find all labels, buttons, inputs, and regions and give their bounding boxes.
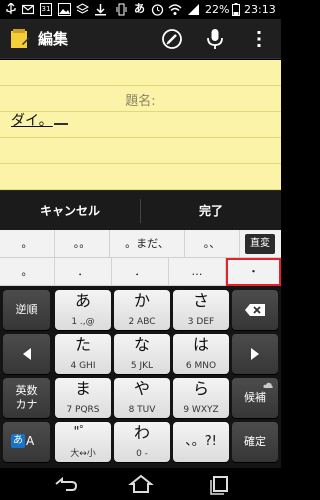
action-button-bar: キャンセル 完了 <box>0 190 281 230</box>
alphanumeric-kana-key[interactable]: 英数 カナ <box>3 378 50 418</box>
key-ta[interactable]: た 4 GHI <box>55 334 111 374</box>
status-bar: 31 あ 22% 23:13 <box>0 0 281 19</box>
key-na[interactable]: な 5 JKL <box>114 334 170 374</box>
signal-icon <box>188 4 199 15</box>
wifi-icon <box>168 4 182 15</box>
cursor-right-key[interactable] <box>232 334 278 374</box>
note-title-label: 題名: <box>125 94 156 109</box>
alpha-mode-label: A <box>26 434 35 448</box>
clock: 23:13 <box>244 3 276 16</box>
home-icon[interactable] <box>126 473 156 495</box>
key-wa[interactable]: わ 0 - <box>114 422 170 462</box>
input-mode-indicator: あ <box>134 2 145 15</box>
key-ha[interactable]: は 6 MNO <box>173 334 229 374</box>
confirm-key[interactable]: 確定 <box>232 422 278 462</box>
key-ka[interactable]: か 2 ABC <box>114 290 170 330</box>
note-editor[interactable]: 題名: ダイ。 <box>0 60 281 190</box>
candidate-item[interactable]: ． <box>55 258 112 286</box>
layers-icon <box>76 3 89 14</box>
candidate-item[interactable]: … <box>169 258 226 286</box>
vibrate-icon <box>116 3 127 16</box>
composing-text: ダイ。 <box>11 113 53 129</box>
done-button[interactable]: 完了 <box>141 191 281 231</box>
arrow-right-icon <box>251 348 259 360</box>
selection-highlight <box>226 258 281 286</box>
text-cursor <box>53 123 68 125</box>
candidate-item[interactable]: 。 <box>0 258 55 286</box>
reverse-key[interactable]: 逆順 <box>3 290 50 330</box>
usb-icon <box>6 3 16 14</box>
hiragana-mode-badge: あ <box>11 434 25 448</box>
back-icon[interactable] <box>50 473 80 495</box>
microphone-icon[interactable] <box>201 25 229 53</box>
key-ra[interactable]: ら 9 WXYZ <box>173 378 229 418</box>
input-mode-key[interactable]: あ A <box>3 422 50 462</box>
overflow-menu-icon[interactable] <box>245 25 273 53</box>
cancel-button[interactable]: キャンセル <box>0 191 140 231</box>
candidate-key[interactable]: 候補 <box>232 378 278 418</box>
arrow-left-icon <box>22 348 31 360</box>
punctuation-key[interactable]: 、。?! <box>173 422 229 462</box>
candidate-item[interactable]: 。まだ、 <box>110 230 185 258</box>
download-icon <box>95 4 106 16</box>
battery-icon <box>232 3 240 16</box>
key-a[interactable]: あ 1 .,@ <box>55 290 111 330</box>
key-sa[interactable]: さ 3 DEF <box>173 290 229 330</box>
calendar-icon: 31 <box>40 3 52 16</box>
notepad-app-icon <box>11 29 30 48</box>
app-title: 編集 <box>38 30 69 48</box>
candidate-row-primary: 。 。。 。まだ、 。、 直変 <box>0 230 281 258</box>
candidate-item[interactable]: 。 <box>0 230 55 258</box>
key-ma[interactable]: ま 7 PQRS <box>55 378 111 418</box>
note-body-text[interactable]: ダイ。 <box>11 112 68 130</box>
backspace-icon <box>245 304 265 316</box>
image-icon <box>58 3 71 16</box>
battery-percent: 22% <box>205 3 230 16</box>
mail-icon <box>22 4 34 15</box>
backspace-key[interactable] <box>232 290 278 330</box>
navigation-bar <box>0 468 281 500</box>
direct-convert-button[interactable]: 直変 <box>245 234 275 254</box>
dakuten-size-key[interactable]: "゜ 大↔小 <box>55 422 111 462</box>
candidate-row-secondary: 。 ． ． … ・ <box>0 258 281 286</box>
handwriting-icon[interactable] <box>158 25 186 53</box>
cloud-icon <box>263 382 273 388</box>
action-bar: 編集 <box>0 19 281 59</box>
keyboard: 逆順 あ 1 .,@ か 2 ABC さ 3 DEF た 4 GHI な 5 J… <box>0 286 281 468</box>
key-ya[interactable]: や 8 TUV <box>114 378 170 418</box>
candidate-item[interactable]: ． <box>112 258 169 286</box>
recent-apps-icon[interactable] <box>205 473 235 495</box>
alarm-icon <box>151 4 164 16</box>
candidate-item[interactable]: 。、 <box>185 230 240 258</box>
candidate-item[interactable]: 。。 <box>55 230 110 258</box>
cursor-left-key[interactable] <box>3 334 50 374</box>
